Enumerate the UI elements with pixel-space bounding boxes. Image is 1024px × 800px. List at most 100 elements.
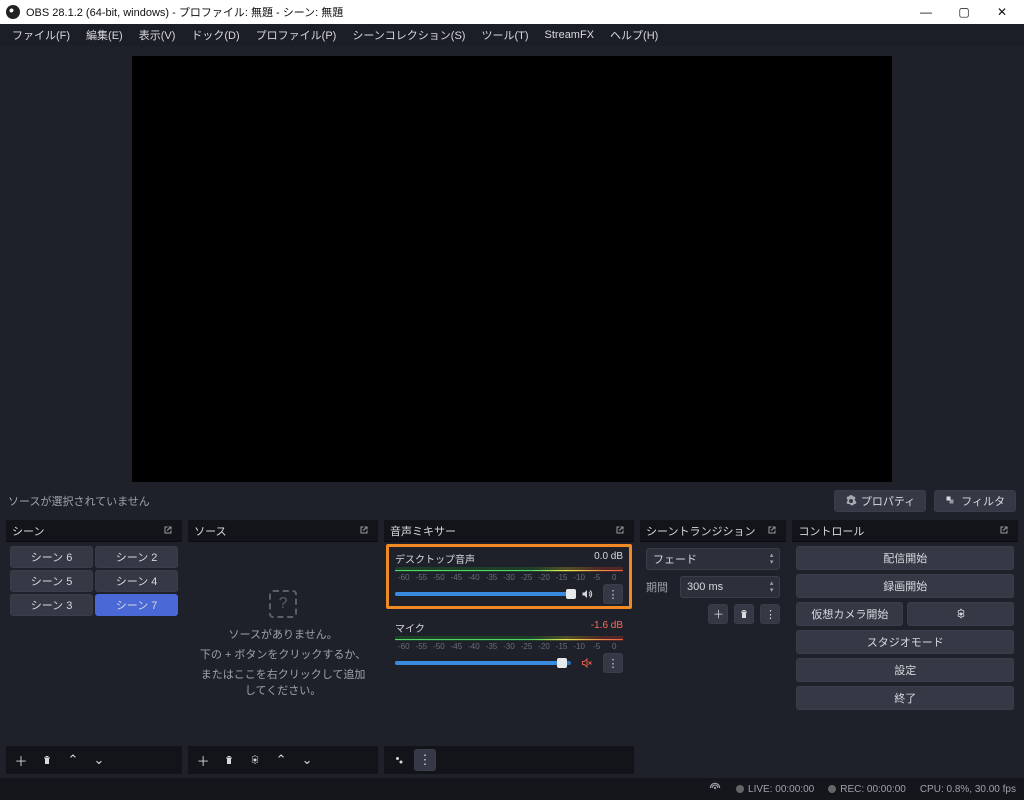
popout-icon[interactable] — [358, 524, 372, 538]
source-up-button[interactable]: ⌃ — [270, 749, 292, 771]
sources-empty-title: ソースがありません。 — [229, 626, 338, 642]
transitions-header: シーントランジション — [640, 520, 786, 542]
controls-header: コントロール — [792, 520, 1018, 542]
menu-edit[interactable]: 編集(E) — [78, 25, 131, 45]
cpu-text: CPU: 0.8%, 30.00 fps — [920, 784, 1016, 795]
menu-streamfx[interactable]: StreamFX — [537, 27, 603, 43]
vu-meter — [395, 567, 623, 572]
transitions-panel: シーントランジション フェード ▴▾ 期間 300 ms ▴▾ ＋ — [640, 520, 786, 774]
question-mark-icon: ? — [269, 590, 297, 618]
menu-profile[interactable]: プロファイル(P) — [248, 25, 345, 45]
channel-db: -1.6 dB — [591, 620, 623, 635]
transition-type-select[interactable]: フェード ▴▾ — [646, 548, 780, 570]
rec-text: REC: 00:00:00 — [840, 784, 906, 795]
mixer-menu-button[interactable]: ⋮ — [414, 749, 436, 771]
duration-label: 期間 — [646, 579, 674, 595]
menu-dock[interactable]: ドック(D) — [183, 25, 247, 45]
speaker-icon[interactable] — [577, 584, 597, 604]
select-spinner-icon: ▴▾ — [770, 552, 774, 566]
signal-icon — [708, 781, 722, 798]
studio-mode-button[interactable]: スタジオモード — [796, 630, 1014, 654]
spinner-icon: ▴▾ — [770, 580, 774, 594]
menu-file[interactable]: ファイル(F) — [4, 25, 78, 45]
status-rec: REC: 00:00:00 — [828, 784, 906, 795]
menu-help[interactable]: ヘルプ(H) — [602, 25, 666, 45]
start-virtual-cam-button[interactable]: 仮想カメラ開始 — [796, 602, 903, 626]
mixer-header: 音声ミキサー — [384, 520, 634, 542]
scene-button[interactable]: シーン 4 — [95, 570, 178, 592]
mixer-title: 音声ミキサー — [390, 523, 456, 539]
window-minimize-button[interactable]: — — [910, 0, 942, 24]
scene-up-button[interactable]: ⌃ — [62, 749, 84, 771]
transition-add-button[interactable]: ＋ — [708, 604, 728, 624]
scene-button[interactable]: シーン 7 — [95, 594, 178, 616]
volume-slider[interactable] — [395, 661, 571, 665]
vu-meter — [395, 636, 623, 641]
exit-button[interactable]: 終了 — [796, 686, 1014, 710]
rec-dot-icon — [828, 785, 836, 793]
gear-icon — [845, 495, 857, 507]
transition-type-value: フェード — [653, 551, 697, 567]
scene-button[interactable]: シーン 3 — [10, 594, 93, 616]
menu-scene-collection[interactable]: シーンコレクション(S) — [344, 25, 473, 45]
menu-bar: ファイル(F) 編集(E) 表示(V) ドック(D) プロファイル(P) シーン… — [0, 24, 1024, 46]
popout-icon[interactable] — [162, 524, 176, 538]
channel-menu-button[interactable]: ⋮ — [603, 584, 623, 604]
muted-icon[interactable] — [577, 653, 597, 673]
add-scene-button[interactable]: ＋ — [10, 749, 32, 771]
transitions-title: シーントランジション — [646, 523, 755, 539]
transition-menu-button[interactable]: ⋮ — [760, 604, 780, 624]
source-toolbar: ソースが選択されていません プロパティ フィルタ — [0, 486, 1024, 516]
window-maximize-button[interactable]: ▢ — [948, 0, 980, 24]
properties-label: プロパティ — [861, 493, 915, 509]
channel-name: マイク — [395, 620, 425, 635]
start-streaming-button[interactable]: 配信開始 — [796, 546, 1014, 570]
scene-button[interactable]: シーン 6 — [10, 546, 93, 568]
popout-icon[interactable] — [766, 524, 780, 538]
settings-button[interactable]: 設定 — [796, 658, 1014, 682]
filters-label: フィルタ — [961, 493, 1005, 509]
scene-down-button[interactable]: ⌄ — [88, 749, 110, 771]
scenes-footer: ＋ ⌃ ⌄ — [6, 746, 182, 774]
scenes-panel: シーン シーン 6シーン 2シーン 5シーン 4シーン 3シーン 7 ＋ ⌃ ⌄ — [6, 520, 182, 774]
scenes-header: シーン — [6, 520, 182, 542]
source-properties-button[interactable] — [244, 749, 266, 771]
sources-title: ソース — [194, 523, 226, 539]
volume-slider[interactable] — [395, 592, 571, 596]
properties-button[interactable]: プロパティ — [834, 490, 926, 512]
virtual-cam-settings-button[interactable] — [907, 602, 1014, 626]
live-text: LIVE: 00:00:00 — [748, 784, 814, 795]
sources-empty-state[interactable]: ? ソースがありません。 下の + ボタンをクリックするか、 またはここを右クリ… — [190, 544, 376, 744]
no-source-label: ソースが選択されていません — [8, 493, 158, 509]
sources-empty-line1: 下の + ボタンをクリックするか、 — [200, 646, 366, 662]
title-bar: OBS 28.1.2 (64-bit, windows) - プロファイル: 無… — [0, 0, 1024, 24]
scene-button[interactable]: シーン 5 — [10, 570, 93, 592]
add-source-button[interactable]: ＋ — [192, 749, 214, 771]
controls-panel: コントロール 配信開始 録画開始 仮想カメラ開始 スタジオモード 設定 終了 — [792, 520, 1018, 774]
filters-button[interactable]: フィルタ — [934, 490, 1016, 512]
audio-mixer-panel: 音声ミキサー デスクトップ音声0.0 dB-60-55-50-45-40-35-… — [384, 520, 634, 774]
transition-duration-input[interactable]: 300 ms ▴▾ — [680, 576, 780, 598]
menu-tools[interactable]: ツール(T) — [473, 25, 536, 45]
status-cpu: CPU: 0.8%, 30.00 fps — [920, 784, 1016, 795]
status-connection — [708, 781, 722, 798]
channel-menu-button[interactable]: ⋮ — [603, 653, 623, 673]
sources-empty-line2: またはここを右クリックして追加してください。 — [198, 666, 368, 698]
menu-view[interactable]: 表示(V) — [131, 25, 184, 45]
mixer-advanced-button[interactable] — [388, 749, 410, 771]
source-down-button[interactable]: ⌄ — [296, 749, 318, 771]
preview-canvas[interactable] — [132, 56, 892, 482]
popout-icon[interactable] — [998, 524, 1012, 538]
popout-icon[interactable] — [614, 524, 628, 538]
window-close-button[interactable]: ✕ — [986, 0, 1018, 24]
sources-footer: ＋ ⌃ ⌄ — [188, 746, 378, 774]
filters-icon — [945, 495, 957, 507]
scene-button[interactable]: シーン 2 — [95, 546, 178, 568]
remove-scene-button[interactable] — [36, 749, 58, 771]
start-recording-button[interactable]: 録画開始 — [796, 574, 1014, 598]
remove-source-button[interactable] — [218, 749, 240, 771]
audio-channel: デスクトップ音声0.0 dB-60-55-50-45-40-35-30-25-2… — [386, 544, 632, 609]
sources-panel: ソース ? ソースがありません。 下の + ボタンをクリックするか、 またはここ… — [188, 520, 378, 774]
audio-channel: マイク-1.6 dB-60-55-50-45-40-35-30-25-20-15… — [386, 613, 632, 678]
transition-remove-button[interactable] — [734, 604, 754, 624]
